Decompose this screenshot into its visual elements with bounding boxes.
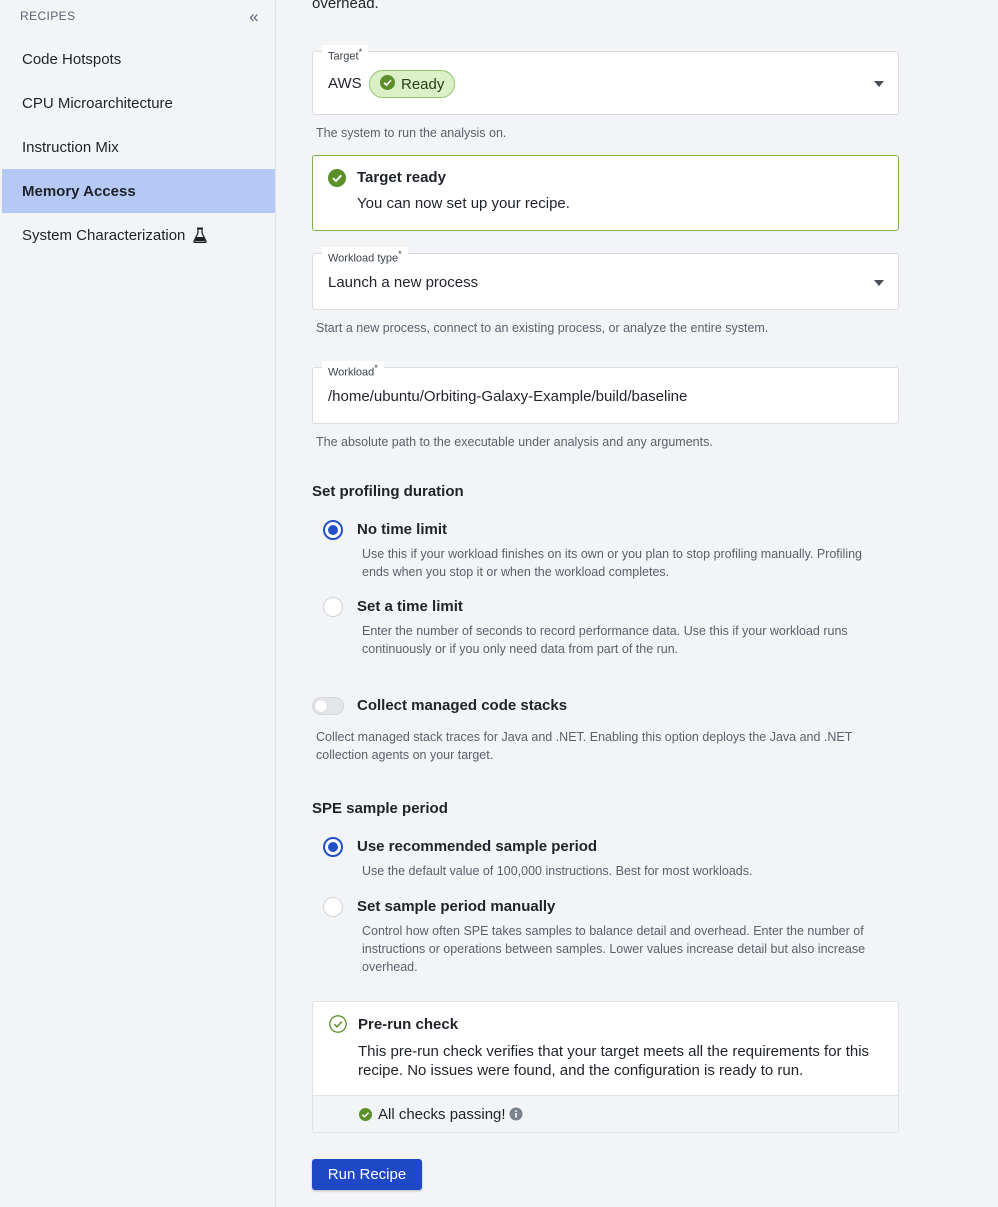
target-value: AWS	[328, 75, 362, 92]
sidebar-item-code-hotspots[interactable]: Code Hotspots	[2, 37, 275, 81]
collapse-sidebar-icon[interactable]: «	[249, 8, 259, 25]
recipe-list: Code Hotspots CPU Microarchitecture Inst…	[0, 37, 275, 257]
sidebar-item-label: Instruction Mix	[22, 138, 119, 156]
workload-type-value: Launch a new process	[328, 274, 479, 291]
pre-run-check-panel: Pre-run check This pre-run check verifie…	[312, 1001, 899, 1133]
pre-run-check-footer: All checks passing!	[313, 1095, 898, 1132]
managed-stacks-desc: Collect managed stack traces for Java an…	[316, 730, 853, 762]
set-time-limit-desc: Enter the number of seconds to record pe…	[362, 624, 848, 656]
chevron-down-icon	[874, 81, 884, 87]
manual-period-desc: Control how often SPE takes samples to b…	[362, 924, 866, 974]
managed-stacks-toggle[interactable]	[312, 697, 344, 715]
profiling-duration-title: Set profiling duration	[312, 483, 464, 500]
alert-message: You can now set up your recipe.	[357, 195, 570, 212]
workload-type-helper-text: Start a new process, connect to an exist…	[316, 321, 769, 335]
chevron-down-icon	[874, 280, 884, 286]
set-time-limit-radio[interactable]	[323, 597, 343, 617]
target-helper-text: The system to run the analysis on.	[316, 126, 507, 140]
workload-type-label: Workload type*	[322, 247, 408, 266]
recommended-period-radio[interactable]	[323, 837, 343, 857]
spe-period-title: SPE sample period	[312, 800, 448, 817]
sidebar: RECIPES « Code Hotspots CPU Microarchite…	[0, 0, 276, 1207]
sidebar-item-system-characterization[interactable]: System Characterization	[2, 213, 275, 257]
recommended-period-label[interactable]: Use recommended sample period	[357, 838, 597, 855]
sidebar-item-label: Memory Access	[22, 182, 136, 200]
check-circle-icon	[359, 1108, 372, 1126]
sidebar-item-instruction-mix[interactable]: Instruction Mix	[2, 125, 275, 169]
no-time-limit-desc: Use this if your workload finishes on it…	[362, 547, 863, 579]
check-circle-icon	[380, 74, 395, 94]
manual-period-label[interactable]: Set sample period manually	[357, 898, 555, 915]
pre-run-check-title: Pre-run check	[358, 1016, 459, 1033]
managed-stacks-label[interactable]: Collect managed code stacks	[357, 697, 567, 714]
sidebar-item-label: System Characterization	[22, 226, 186, 244]
alert-title: Target ready	[357, 169, 446, 186]
manual-period-radio[interactable]	[323, 897, 343, 917]
recommended-period-desc: Use the default value of 100,000 instruc…	[362, 864, 753, 878]
sidebar-title: RECIPES	[20, 9, 76, 23]
previous-text-fragment: overhead.	[312, 0, 379, 12]
workload-input[interactable]: Workload* /home/ubuntu/Orbiting-Galaxy-E…	[312, 361, 899, 424]
status-badge: Ready	[369, 70, 456, 98]
sidebar-item-label: Code Hotspots	[22, 50, 122, 68]
info-icon[interactable]	[509, 1107, 523, 1126]
target-select[interactable]: Target* AWS Ready	[312, 45, 899, 115]
recipe-form: overhead. Target* AWS Ready The system t…	[276, 0, 998, 1207]
target-label: Target*	[322, 45, 369, 64]
badge-label: Ready	[401, 75, 445, 93]
workload-value[interactable]: /home/ubuntu/Orbiting-Galaxy-Example/bui…	[328, 388, 687, 405]
target-ready-alert: Target ready You can now set up your rec…	[312, 155, 899, 231]
sidebar-header: RECIPES «	[0, 0, 275, 32]
workload-helper-text: The absolute path to the executable unde…	[316, 435, 713, 449]
sidebar-item-label: CPU Microarchitecture	[22, 94, 173, 112]
run-recipe-button[interactable]: Run Recipe	[312, 1159, 422, 1190]
beaker-icon	[193, 227, 208, 243]
no-time-limit-label[interactable]: No time limit	[357, 521, 447, 538]
workload-label: Workload*	[322, 361, 384, 380]
no-time-limit-radio[interactable]	[323, 520, 343, 540]
set-time-limit-label[interactable]: Set a time limit	[357, 598, 463, 615]
sidebar-item-cpu-microarchitecture[interactable]: CPU Microarchitecture	[2, 81, 275, 125]
check-circle-icon	[328, 169, 346, 192]
check-outline-icon	[329, 1015, 347, 1038]
workload-type-select[interactable]: Workload type* Launch a new process	[312, 247, 899, 310]
pre-run-check-message: This pre-run check verifies that your ta…	[358, 1043, 870, 1079]
sidebar-item-memory-access[interactable]: Memory Access	[2, 169, 275, 213]
checks-status-text: All checks passing!	[378, 1106, 506, 1123]
